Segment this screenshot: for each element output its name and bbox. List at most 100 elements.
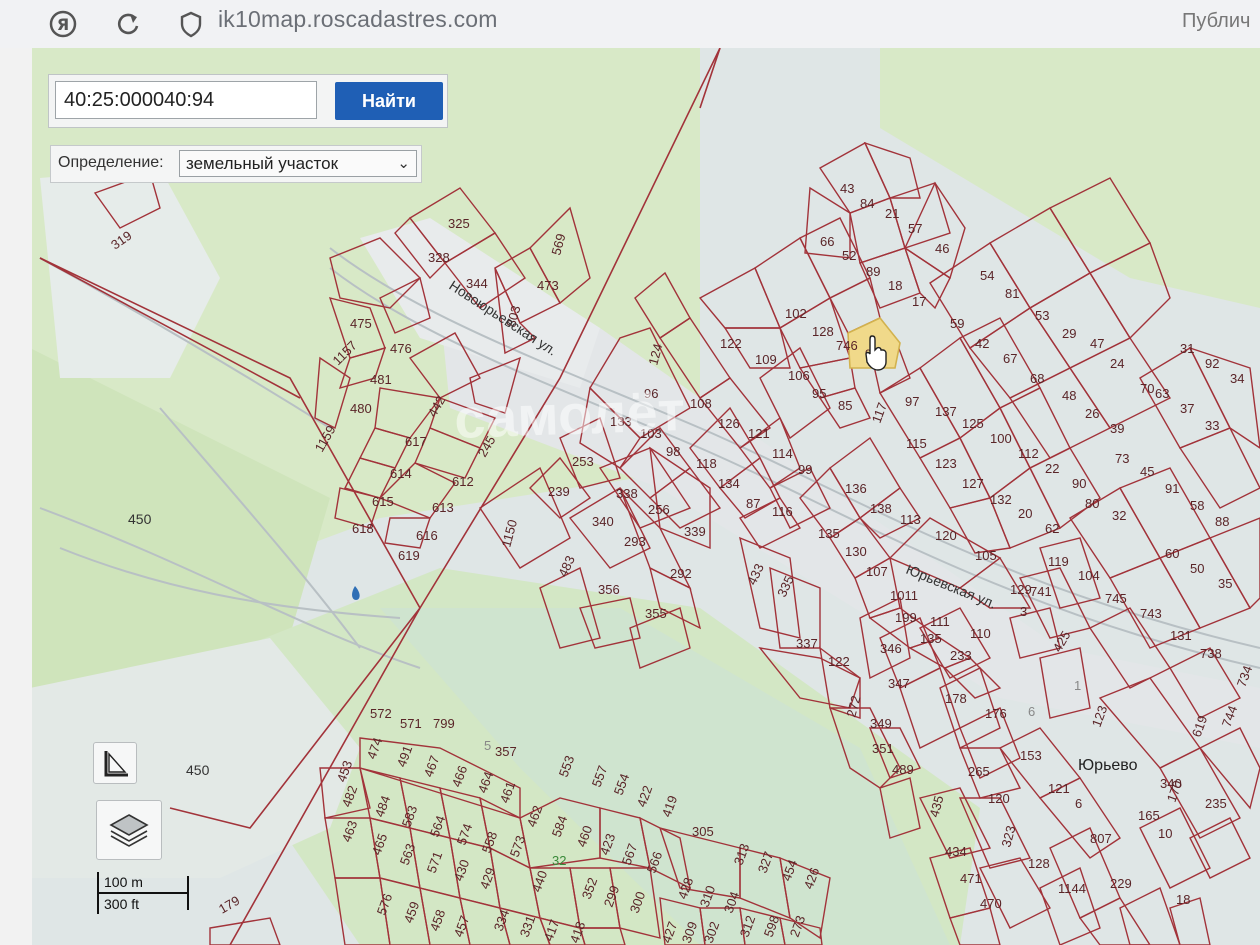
- svg-text:138: 138: [870, 501, 892, 516]
- settlement-label: Юрьево: [1078, 757, 1138, 774]
- svg-text:57: 57: [908, 221, 922, 236]
- svg-text:26: 26: [1085, 406, 1099, 421]
- svg-text:17: 17: [912, 294, 926, 309]
- svg-text:119: 119: [1048, 554, 1069, 569]
- svg-text:738: 738: [1200, 646, 1222, 661]
- svg-text:92: 92: [1205, 356, 1219, 371]
- svg-text:239: 239: [548, 484, 570, 499]
- svg-text:475: 475: [350, 316, 372, 331]
- svg-text:85: 85: [838, 398, 852, 413]
- svg-text:471: 471: [960, 871, 982, 886]
- svg-text:100: 100: [990, 431, 1012, 446]
- svg-text:102: 102: [785, 306, 807, 321]
- svg-text:807: 807: [1090, 831, 1112, 846]
- svg-text:741: 741: [1030, 584, 1052, 599]
- svg-text:Я: Я: [57, 15, 69, 34]
- yandex-icon[interactable]: Я: [48, 9, 78, 39]
- svg-text:68: 68: [1030, 371, 1044, 386]
- shield-icon[interactable]: [176, 9, 206, 39]
- ruler-icon[interactable]: [93, 742, 137, 784]
- svg-text:84: 84: [860, 196, 874, 211]
- svg-text:128: 128: [1028, 856, 1050, 871]
- svg-text:614: 614: [390, 466, 412, 481]
- svg-text:292: 292: [670, 566, 692, 581]
- svg-text:112: 112: [1018, 446, 1039, 461]
- svg-text:305: 305: [692, 824, 714, 839]
- chevron-down-icon: ⌄: [397, 154, 410, 172]
- search-panel: Найти: [48, 74, 448, 128]
- svg-text:70: 70: [1140, 381, 1154, 396]
- layers-icon[interactable]: [96, 800, 162, 860]
- svg-text:116: 116: [772, 504, 793, 519]
- svg-text:137: 137: [935, 404, 957, 419]
- svg-text:58: 58: [1190, 498, 1204, 513]
- definition-select[interactable]: земельный участок ⌄: [179, 150, 417, 177]
- svg-text:45: 45: [1140, 464, 1154, 479]
- svg-text:54: 54: [980, 268, 994, 283]
- svg-text:619: 619: [398, 548, 420, 563]
- svg-text:356: 356: [598, 582, 620, 597]
- svg-text:136: 136: [845, 481, 867, 496]
- svg-text:347: 347: [888, 676, 910, 691]
- svg-text:10: 10: [1158, 826, 1172, 841]
- svg-text:114: 114: [772, 446, 793, 461]
- scale-imperial-label: 300 ft: [104, 896, 140, 912]
- svg-text:24: 24: [1110, 356, 1124, 371]
- svg-text:39: 39: [1110, 421, 1124, 436]
- svg-text:745: 745: [1105, 591, 1127, 606]
- svg-text:1144: 1144: [1058, 881, 1086, 896]
- svg-text:265: 265: [968, 764, 990, 779]
- svg-text:256: 256: [648, 502, 670, 517]
- svg-text:62: 62: [1045, 521, 1059, 536]
- reload-icon[interactable]: [113, 9, 143, 39]
- svg-text:127: 127: [962, 476, 984, 491]
- svg-text:5: 5: [484, 738, 491, 753]
- svg-text:126: 126: [718, 416, 740, 431]
- svg-text:229: 229: [1110, 876, 1132, 891]
- svg-text:81: 81: [1005, 286, 1019, 301]
- svg-text:125: 125: [962, 416, 984, 431]
- address-bar[interactable]: ik10map.roscadastres.com: [218, 6, 498, 33]
- svg-text:89: 89: [866, 264, 880, 279]
- svg-text:743: 743: [1140, 606, 1162, 621]
- scale-metric-label: 100 m: [104, 874, 143, 890]
- definition-selected-value: земельный участок: [186, 154, 339, 173]
- svg-text:33: 33: [1205, 418, 1219, 433]
- svg-text:122: 122: [720, 336, 742, 351]
- svg-text:615: 615: [372, 494, 394, 509]
- svg-text:95: 95: [812, 386, 826, 401]
- cadastral-search-input[interactable]: [55, 81, 317, 119]
- svg-text:293: 293: [624, 534, 646, 549]
- svg-text:98: 98: [666, 444, 680, 459]
- svg-text:355: 355: [645, 606, 667, 621]
- svg-text:43: 43: [840, 181, 854, 196]
- svg-text:52: 52: [842, 248, 856, 263]
- svg-text:165: 165: [1138, 808, 1160, 823]
- svg-text:122: 122: [828, 654, 850, 669]
- svg-text:130: 130: [845, 544, 867, 559]
- svg-text:1011: 1011: [890, 588, 918, 603]
- svg-text:113: 113: [900, 512, 921, 527]
- svg-text:111: 111: [930, 614, 950, 629]
- svg-text:18: 18: [1176, 892, 1190, 907]
- svg-text:108: 108: [690, 396, 712, 411]
- search-button[interactable]: Найти: [335, 82, 443, 120]
- svg-text:340: 340: [592, 514, 614, 529]
- svg-text:60: 60: [1165, 546, 1179, 561]
- svg-text:32: 32: [552, 853, 566, 868]
- svg-text:1: 1: [1074, 678, 1081, 693]
- page-tab-title: Публич: [1182, 10, 1251, 32]
- svg-text:6: 6: [1075, 796, 1082, 811]
- svg-text:134: 134: [718, 476, 740, 491]
- svg-text:176: 176: [985, 706, 1007, 721]
- svg-text:118: 118: [696, 456, 717, 471]
- svg-text:617: 617: [405, 434, 427, 449]
- svg-text:481: 481: [370, 372, 392, 387]
- svg-text:35: 35: [1218, 576, 1232, 591]
- svg-text:59: 59: [950, 316, 964, 331]
- svg-text:46: 46: [935, 241, 949, 256]
- svg-text:22: 22: [1045, 461, 1059, 476]
- svg-text:199: 199: [895, 610, 917, 625]
- svg-text:90: 90: [1072, 476, 1086, 491]
- svg-text:132: 132: [990, 492, 1012, 507]
